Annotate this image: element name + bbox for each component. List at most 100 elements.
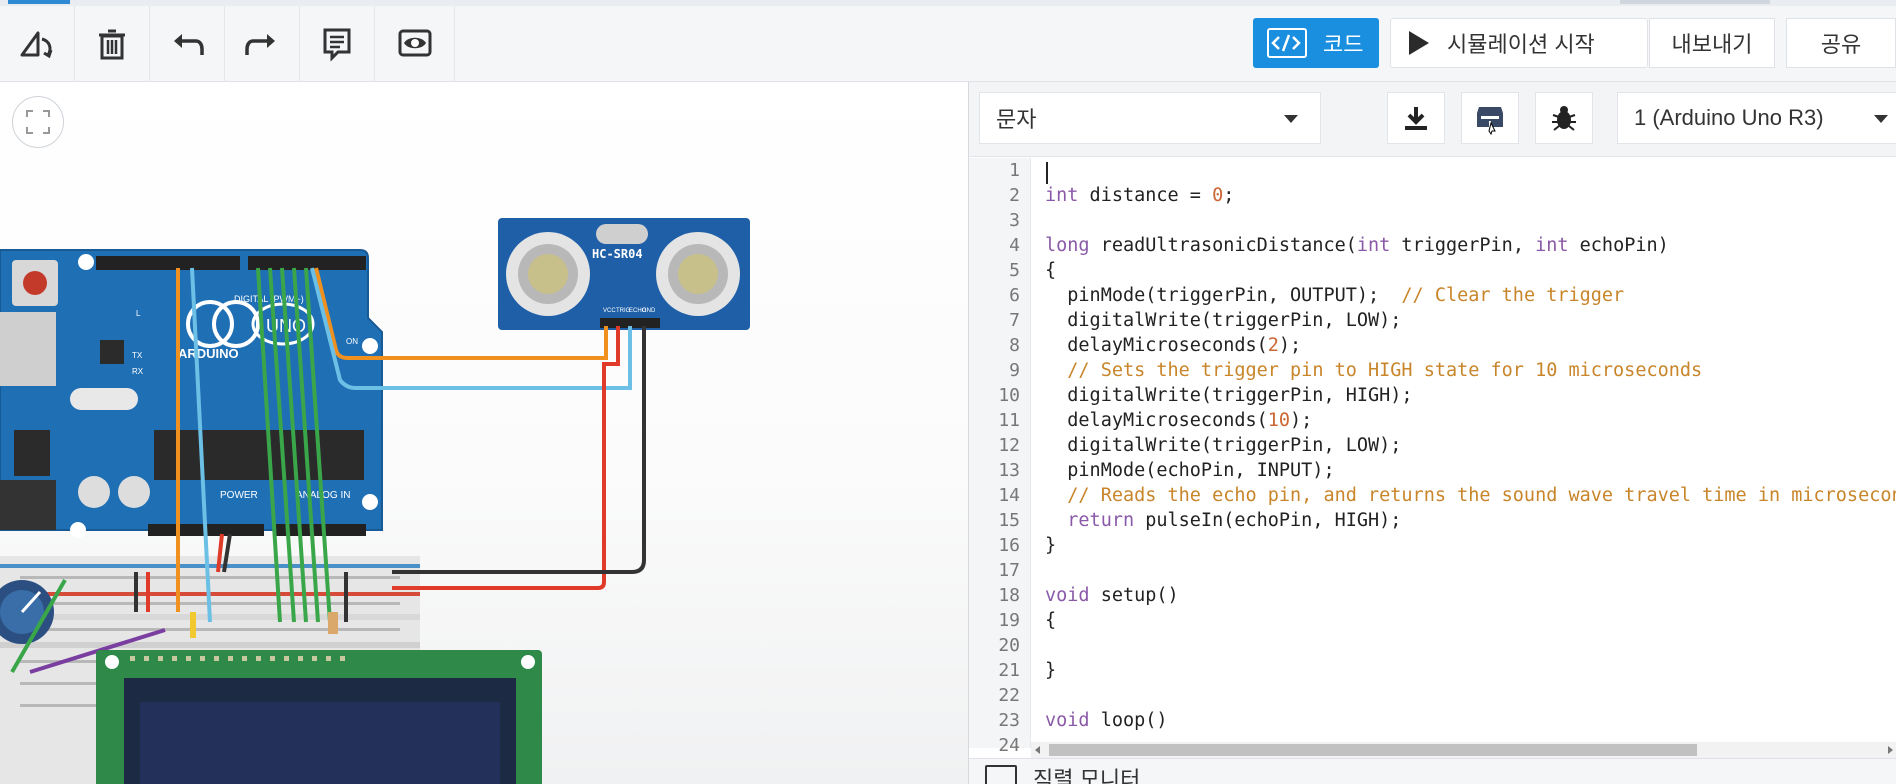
- scrollbar-thumb[interactable]: [1049, 744, 1697, 756]
- line-number: 6: [1009, 285, 1020, 306]
- download-button[interactable]: [1387, 92, 1445, 144]
- lcd-display[interactable]: [96, 650, 542, 784]
- code-line[interactable]: [1045, 683, 1896, 708]
- code-line[interactable]: digitalWrite(triggerPin, HIGH);: [1045, 383, 1896, 408]
- line-number: 9: [1009, 360, 1020, 381]
- delete-button[interactable]: [75, 6, 150, 82]
- debug-button[interactable]: [1535, 92, 1593, 144]
- redo-button[interactable]: [225, 6, 300, 82]
- code-button[interactable]: 코드: [1253, 18, 1379, 68]
- line-number: 3: [1009, 210, 1020, 231]
- wire-vcc[interactable]: [392, 326, 620, 590]
- upload-icon: [1477, 107, 1503, 135]
- play-icon: [1409, 31, 1429, 55]
- share-button[interactable]: 공유: [1786, 18, 1896, 68]
- line-number-gutter: 1 2 3 4 5 6 7 8 9 10 11 12 13 14 15 16 17 18 19 20 21 22 23 24: [969, 158, 1031, 756]
- code-mode-select[interactable]: 문자: [979, 92, 1321, 144]
- circuit-canvas[interactable]: ARDUINO UNO DIGITAL (PWM~) POWER ANALOG …: [0, 82, 968, 784]
- code-line[interactable]: void loop(): [1045, 708, 1896, 733]
- arduino-uno-board[interactable]: ARDUINO UNO DIGITAL (PWM~) POWER ANALOG …: [0, 249, 383, 538]
- line-number: 20: [998, 635, 1020, 656]
- board-brand-label: ARDUINO: [178, 346, 239, 361]
- code-line[interactable]: }: [1045, 658, 1896, 683]
- sensor-pin-gnd: GND: [642, 308, 656, 314]
- code-panel: 문자 1 (Arduino Uno R3) 1 2 3 4 5 6 7 8 9 …: [968, 82, 1896, 784]
- device-select[interactable]: 1 (Arduino Uno R3): [1617, 92, 1896, 144]
- horizontal-scrollbar[interactable]: [1031, 742, 1896, 758]
- serial-monitor-bar[interactable]: 직렬 모니터: [969, 758, 1896, 784]
- line-number: 24: [998, 735, 1020, 756]
- code-line[interactable]: pinMode(triggerPin, OUTPUT); // Clear th…: [1045, 283, 1896, 308]
- line-number: 12: [998, 435, 1020, 456]
- l-label: L: [136, 309, 141, 318]
- scroll-left-arrow-icon[interactable]: [1035, 746, 1040, 754]
- code-editor[interactable]: 1 2 3 4 5 6 7 8 9 10 11 12 13 14 15 16 17 18 19 20 21 22 23 24 …: [969, 158, 1896, 756]
- top-strip-segment: [1620, 0, 1770, 4]
- share-label: 공유: [1820, 32, 1862, 57]
- code-line[interactable]: digitalWrite(triggerPin, LOW);: [1045, 308, 1896, 333]
- text-cursor: [1046, 162, 1048, 184]
- export-button[interactable]: 내보내기: [1649, 18, 1775, 68]
- scroll-right-arrow-icon[interactable]: [1888, 746, 1893, 754]
- line-number: 5: [1009, 260, 1020, 281]
- code-line[interactable]: digitalWrite(triggerPin, LOW);: [1045, 433, 1896, 458]
- sensor-label: HC-SR04: [592, 247, 643, 261]
- notes-button[interactable]: [300, 6, 375, 82]
- line-number: 7: [1009, 310, 1020, 331]
- redo-icon: [245, 34, 275, 55]
- export-label: 내보내기: [1671, 32, 1753, 57]
- code-line[interactable]: [1045, 558, 1896, 583]
- code-line[interactable]: // Reads the echo pin, and returns the s…: [1045, 483, 1896, 508]
- code-mode-value: 문자: [996, 107, 1037, 132]
- code-line[interactable]: void setup(): [1045, 583, 1896, 608]
- code-line[interactable]: delayMicroseconds(10);: [1045, 408, 1896, 433]
- line-number: 15: [998, 510, 1020, 531]
- code-line[interactable]: return pulseIn(echoPin, HIGH);: [1045, 508, 1896, 533]
- line-number: 23: [998, 710, 1020, 731]
- device-select-value: 1 (Arduino Uno R3): [1634, 105, 1824, 130]
- notes-icon: [323, 28, 351, 62]
- line-number: 2: [1009, 185, 1020, 206]
- rotate-button[interactable]: [0, 6, 75, 82]
- rx-label: RX: [132, 367, 144, 376]
- ultrasonic-sensor[interactable]: HC-SR04 VCC TRIG ECHO GND: [498, 218, 750, 330]
- code-line[interactable]: [1045, 158, 1896, 183]
- line-number: 16: [998, 535, 1020, 556]
- code-line[interactable]: int distance = 0;: [1045, 183, 1896, 208]
- line-number: 22: [998, 685, 1020, 706]
- sensor-pin-vcc: VCC: [603, 308, 616, 314]
- tx-label: TX: [132, 351, 143, 360]
- line-number: 10: [998, 385, 1020, 406]
- upload-button[interactable]: [1461, 92, 1519, 144]
- code-line[interactable]: }: [1045, 533, 1896, 558]
- visibility-button[interactable]: [375, 6, 455, 82]
- line-number: 18: [998, 585, 1020, 606]
- circuit-drawing: ARDUINO UNO DIGITAL (PWM~) POWER ANALOG …: [0, 218, 750, 784]
- power-header-label: POWER: [220, 490, 258, 501]
- line-number: 14: [998, 485, 1020, 506]
- digital-header-label: DIGITAL (PWM~): [234, 294, 304, 304]
- line-number: 4: [1009, 235, 1020, 256]
- code-line[interactable]: // Sets the trigger pin to HIGH state fo…: [1045, 358, 1896, 383]
- undo-button[interactable]: [150, 6, 225, 82]
- start-simulation-button[interactable]: 시뮬레이션 시작: [1390, 18, 1648, 68]
- code-line[interactable]: {: [1045, 258, 1896, 283]
- download-icon: [1405, 107, 1427, 130]
- code-toolbar: 문자 1 (Arduino Uno R3): [969, 82, 1896, 157]
- code-line[interactable]: [1045, 633, 1896, 658]
- code-line[interactable]: pinMode(echoPin, INPUT);: [1045, 458, 1896, 483]
- chevron-down-icon: [1284, 115, 1298, 123]
- line-number: 11: [998, 410, 1020, 431]
- line-number: 21: [998, 660, 1020, 681]
- top-progress-accent: [8, 0, 70, 4]
- undo-icon: [174, 34, 204, 55]
- resistor[interactable]: [328, 612, 338, 634]
- serial-monitor-icon: [985, 765, 1017, 784]
- code-line[interactable]: [1045, 208, 1896, 233]
- code-line[interactable]: long readUltrasonicDistance(int triggerP…: [1045, 233, 1896, 258]
- code-line[interactable]: delayMicroseconds(2);: [1045, 333, 1896, 358]
- line-number: 13: [998, 460, 1020, 481]
- code-line[interactable]: {: [1045, 608, 1896, 633]
- trash-icon: [99, 29, 125, 60]
- code-text[interactable]: int distance = 0; long readUltrasonicDist…: [1045, 158, 1896, 758]
